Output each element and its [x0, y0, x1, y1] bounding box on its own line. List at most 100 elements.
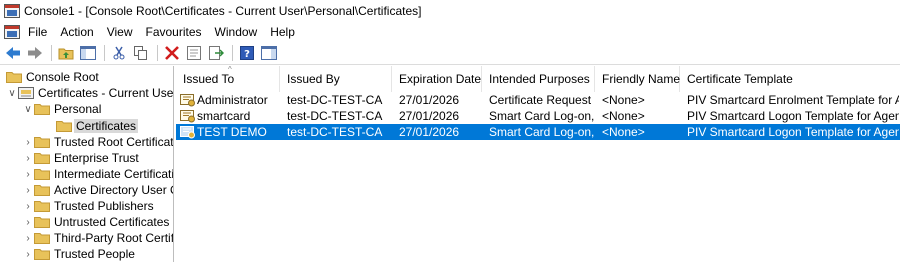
- menu-file[interactable]: File: [28, 25, 47, 39]
- cell-issued-to: Administrator: [197, 93, 268, 107]
- collapse-chevron-icon[interactable]: ∨: [6, 88, 18, 99]
- tree-item-certificates-current-user[interactable]: ∨ Certificates - Current User: [6, 85, 174, 101]
- cell-friendly-name: <None>: [602, 109, 645, 123]
- tree-item-trusted-publishers[interactable]: › Trusted Publishers: [22, 198, 153, 214]
- svg-text:?: ?: [244, 49, 250, 60]
- toolbar: ?: [0, 42, 900, 65]
- show-action-pane-icon[interactable]: [260, 44, 278, 62]
- certificates-snapin-icon: [18, 87, 34, 99]
- toolbar-separator: [232, 45, 233, 61]
- folder-icon: [56, 121, 72, 132]
- cell-issued-by: test-DC-TEST-CA: [287, 125, 383, 139]
- mmc-console-icon: [4, 4, 20, 18]
- column-header-issued-by[interactable]: Issued By: [280, 66, 392, 92]
- tree-item-label: Untrusted Certificates: [54, 215, 170, 229]
- menu-help[interactable]: Help: [270, 25, 295, 39]
- tree-item-label: Third-Party Root Certific: [54, 231, 174, 245]
- cell-issued-to: TEST DEMO: [197, 125, 267, 139]
- menu-view[interactable]: View: [107, 25, 133, 39]
- expand-chevron-icon[interactable]: ›: [22, 185, 34, 196]
- tree-item-label: Active Directory User Ob: [54, 183, 174, 197]
- expand-chevron-icon[interactable]: ›: [22, 153, 34, 164]
- table-row[interactable]: smartcard test-DC-TEST-CA 27/01/2026 Sma…: [176, 108, 900, 124]
- folder-icon: [34, 185, 50, 196]
- tree-item-active-directory-user[interactable]: › Active Directory User Ob: [22, 182, 174, 198]
- expand-chevron-icon[interactable]: ›: [22, 217, 34, 228]
- tree-item-personal-certificates[interactable]: Certificates: [56, 118, 139, 134]
- toolbar-separator: [51, 45, 52, 61]
- cell-friendly-name: <None>: [602, 93, 645, 107]
- folder-icon: [34, 137, 50, 148]
- copy-icon[interactable]: [132, 44, 150, 62]
- forward-icon[interactable]: [26, 44, 44, 62]
- cell-issued-by: test-DC-TEST-CA: [287, 109, 383, 123]
- tree-item-untrusted[interactable]: › Untrusted Certificates: [22, 214, 169, 230]
- tree-item-intermediate[interactable]: › Intermediate Certificatio: [22, 166, 173, 182]
- toolbar-separator: [157, 45, 158, 61]
- tree-item-trusted-root[interactable]: › Trusted Root Certificatio: [22, 134, 174, 150]
- folder-open-icon: [34, 104, 50, 115]
- expand-chevron-icon[interactable]: ›: [22, 201, 34, 212]
- show-hide-tree-icon[interactable]: [79, 44, 97, 62]
- toolbar-separator: [104, 45, 105, 61]
- folder-icon: [34, 169, 50, 180]
- certificate-icon: [180, 126, 195, 139]
- cell-intended-purposes: Smart Card Log-on, ...: [489, 109, 594, 123]
- expand-chevron-icon[interactable]: ›: [22, 137, 34, 148]
- delete-icon[interactable]: [163, 44, 181, 62]
- certificate-icon: [180, 110, 195, 123]
- table-row[interactable]: Administrator test-DC-TEST-CA 27/01/2026…: [176, 92, 900, 108]
- title-bar: Console1 - [Console Root\Certificates - …: [0, 0, 900, 22]
- list-header: ^ Issued To Issued By Expiration Date In…: [176, 66, 900, 92]
- tree-item-label: Certificates: [74, 119, 139, 133]
- tree-item-third-party-root[interactable]: › Third-Party Root Certific: [22, 230, 174, 246]
- export-icon[interactable]: [207, 44, 225, 62]
- expand-chevron-icon[interactable]: ›: [22, 233, 34, 244]
- cell-issued-to: smartcard: [197, 109, 251, 123]
- tree-item-console-root[interactable]: Console Root: [6, 69, 99, 85]
- tree-item-label: Enterprise Trust: [54, 151, 139, 165]
- column-header-friendly-name[interactable]: Friendly Name: [595, 66, 680, 92]
- expand-chevron-icon[interactable]: ›: [22, 169, 34, 180]
- tree-item-label: Console Root: [26, 70, 99, 84]
- help-icon[interactable]: ?: [238, 44, 256, 62]
- menu-bar: File Action View Favourites Window Help: [0, 22, 900, 42]
- cell-expiration-date: 27/01/2026: [399, 125, 460, 139]
- table-row-selected[interactable]: TEST DEMO test-DC-TEST-CA 27/01/2026 Sma…: [176, 124, 900, 140]
- tree-item-label: Personal: [54, 102, 102, 116]
- up-folder-icon[interactable]: [57, 44, 75, 62]
- sort-ascending-icon: ^: [228, 66, 232, 74]
- cell-certificate-template: PIV Smartcard Logon Template for Agents: [687, 125, 899, 139]
- properties-icon[interactable]: [185, 44, 203, 62]
- menu-window[interactable]: Window: [215, 25, 258, 39]
- folder-icon: [34, 201, 50, 212]
- column-header-certificate-template[interactable]: Certificate Template: [680, 66, 900, 92]
- column-header-issued-to[interactable]: ^ Issued To: [176, 66, 280, 92]
- back-icon[interactable]: [4, 44, 22, 62]
- folder-icon: [6, 72, 22, 83]
- console-tree: Console Root ∨ Certificates - Current Us…: [0, 66, 174, 262]
- cell-intended-purposes: Certificate Request ...: [489, 93, 594, 107]
- cell-friendly-name: <None>: [602, 125, 645, 139]
- folder-icon: [34, 153, 50, 164]
- tree-item-label: Certificates - Current User: [38, 86, 174, 100]
- menu-action[interactable]: Action: [60, 25, 93, 39]
- tree-item-trusted-people[interactable]: › Trusted People: [22, 246, 135, 262]
- column-header-intended-purposes[interactable]: Intended Purposes: [482, 66, 595, 92]
- tree-item-enterprise-trust[interactable]: › Enterprise Trust: [22, 150, 139, 166]
- cell-issued-by: test-DC-TEST-CA: [287, 93, 383, 107]
- folder-icon: [34, 217, 50, 228]
- tree-item-label: Trusted People: [54, 247, 135, 261]
- folder-icon: [34, 249, 50, 260]
- mmc-console-icon[interactable]: [4, 25, 20, 39]
- tree-item-label: Trusted Root Certificatio: [54, 135, 174, 149]
- folder-icon: [34, 233, 50, 244]
- column-header-expiration-date[interactable]: Expiration Date: [392, 66, 482, 92]
- tree-item-personal[interactable]: ∨ Personal: [22, 101, 101, 117]
- cell-expiration-date: 27/01/2026: [399, 109, 460, 123]
- certificate-icon: [180, 94, 195, 107]
- expand-chevron-icon[interactable]: ›: [22, 249, 34, 260]
- cut-icon[interactable]: [110, 44, 128, 62]
- menu-favourites[interactable]: Favourites: [146, 25, 202, 39]
- collapse-chevron-icon[interactable]: ∨: [22, 104, 34, 115]
